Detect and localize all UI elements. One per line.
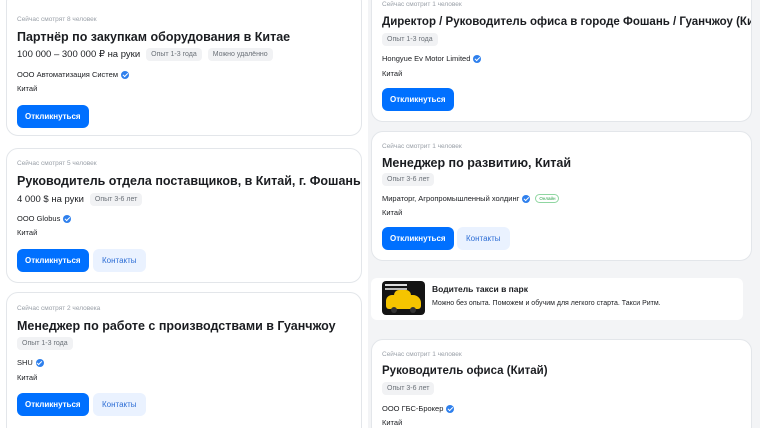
contacts-button[interactable]: Контакты (93, 393, 146, 416)
vacancy-card: Сейчас смотрят 2 человека Менеджер по ра… (6, 292, 362, 428)
viewers-count: Сейчас смотрят 8 человек (17, 16, 97, 23)
taxi-car-image (382, 281, 425, 315)
viewers-count: Сейчас смотрят 2 человека (17, 305, 101, 312)
location: Китай (17, 84, 38, 93)
company-name[interactable]: ООО Автоматизация Систем (17, 70, 118, 79)
location: Китай (382, 418, 403, 427)
company-name[interactable]: ООО Globus (17, 214, 60, 223)
experience-row: Опыт 1-3 года (17, 337, 73, 350)
viewers-count: Сейчас смотрит 1 человек (382, 143, 462, 150)
company-name[interactable]: Hongyue Ev Motor Limited (382, 54, 470, 63)
company-name[interactable]: SHU (17, 358, 33, 367)
verified-check-icon (121, 70, 129, 79)
company-row: ООО Автоматизация Систем (17, 70, 129, 79)
experience-chip: Опыт 3-6 лет (382, 382, 435, 395)
vacancy-title[interactable]: Руководитель офиса (Китай) (382, 365, 548, 377)
vacancy-card: Сейчас смотрят 8 человек Партнёр по заку… (6, 0, 362, 136)
apply-button[interactable]: Откликнуться (17, 105, 89, 128)
apply-button[interactable]: Откликнуться (382, 227, 454, 250)
location: Китай (382, 208, 403, 217)
company-row: Мираторг, Агропромышленный холдинг Онлай… (382, 194, 560, 203)
viewers-count: Сейчас смотрит 1 человек (382, 351, 462, 358)
location: Китай (17, 373, 38, 382)
experience-chip: Опыт 3-6 лет (382, 173, 435, 186)
viewers-count: Сейчас смотрят 5 человек (17, 160, 97, 167)
viewers-count: Сейчас смотрит 1 человек (382, 1, 462, 8)
experience-chip: Опыт 3-6 лет (89, 193, 143, 206)
company-row: Hongyue Ev Motor Limited (382, 54, 482, 63)
vacancy-title[interactable]: Менеджер по развитию, Китай (382, 156, 571, 170)
verified-check-icon (522, 194, 531, 203)
company-row: ООО ГБС-Брокер (382, 404, 455, 413)
contacts-button[interactable]: Контакты (457, 227, 510, 250)
company-row: SHU (17, 358, 44, 367)
salary: 100 000 – 300 000 ₽ на руки (17, 49, 141, 60)
contacts-button[interactable]: Контакты (93, 249, 146, 272)
verified-check-icon (473, 54, 482, 63)
experience-row: Опыт 3-6 лет (382, 382, 435, 395)
experience-row: Опыт 1-3 года (382, 33, 438, 46)
ad-text: Можно без опыта. Поможем и обучим для ле… (432, 300, 661, 307)
company-name[interactable]: Мираторг, Агропромышленный холдинг (382, 194, 519, 203)
salary: 4 000 $ на руки (17, 194, 84, 205)
experience-chip: Опыт 1-3 года (17, 337, 73, 350)
vacancy-title[interactable]: Партнёр по закупкам оборудования в Китае (17, 30, 290, 44)
vacancy-card: Сейчас смотрит 1 человек Руководитель оф… (371, 339, 752, 428)
apply-button[interactable]: Откликнуться (17, 249, 89, 272)
ad-banner[interactable]: Водитель такси в парк Можно без опыта. П… (371, 278, 743, 320)
vacancy-card: Сейчас смотрит 1 человек Директор / Руко… (371, 0, 752, 122)
apply-button[interactable]: Откликнуться (17, 393, 89, 416)
salary-row: 4 000 $ на руки Опыт 3-6 лет (17, 193, 143, 206)
experience-chip: Опыт 1-3 года (382, 33, 438, 46)
vacancy-card: Сейчас смотрят 5 человек Руководитель от… (6, 148, 362, 283)
company-row: ООО Globus (17, 214, 72, 223)
verified-check-icon (63, 214, 72, 223)
vacancy-card: Сейчас смотрит 1 человек Менеджер по раз… (371, 131, 752, 261)
remote-chip: Можно удалённо (207, 48, 273, 61)
ad-title[interactable]: Водитель такси в парк (432, 284, 528, 294)
left-column: Сейчас смотрят 8 человек Партнёр по заку… (0, 0, 368, 428)
verified-check-icon (35, 358, 44, 367)
apply-button[interactable]: Откликнуться (382, 88, 454, 111)
verified-check-icon (446, 404, 455, 413)
vacancy-title[interactable]: Менеджер по работе с производствами в Гу… (17, 319, 336, 333)
experience-row: Опыт 3-6 лет (382, 173, 435, 186)
vacancy-title[interactable]: Руководитель отдела поставщиков, в Китай… (17, 174, 361, 188)
experience-chip: Опыт 1-3 года (146, 48, 202, 61)
online-badge: Онлайн (535, 194, 560, 203)
vacancy-title[interactable]: Директор / Руководитель офиса в городе Ф… (382, 16, 751, 28)
location: Китай (17, 228, 38, 237)
salary-row: 100 000 – 300 000 ₽ на руки Опыт 1-3 год… (17, 48, 273, 61)
company-name[interactable]: ООО ГБС-Брокер (382, 404, 443, 413)
location: Китай (382, 69, 403, 78)
